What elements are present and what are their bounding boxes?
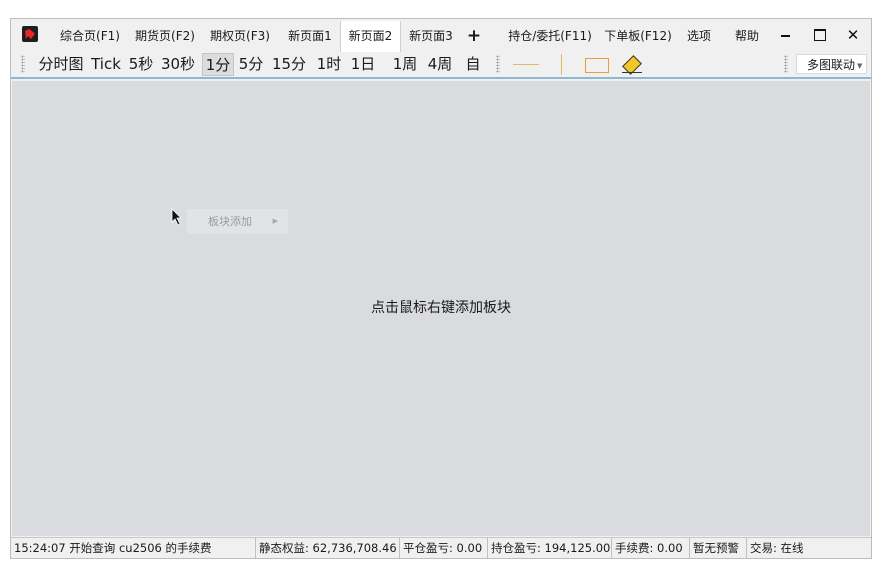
- status-bar: 15:24:07 开始查询 cu2506 的手续费 静态权益: 62,736,7…: [11, 537, 871, 558]
- tab-new-page-1[interactable]: 新页面1: [280, 21, 340, 52]
- period-15m-button[interactable]: 15分: [269, 53, 309, 76]
- close-icon: ✕: [846, 26, 860, 44]
- close-pnl: 平仓盈亏: 0.00: [399, 538, 487, 558]
- toolbar-grip-handle[interactable]: [784, 55, 788, 73]
- tab-new-page-3[interactable]: 新页面3: [402, 21, 460, 52]
- period-1w-button[interactable]: 1周: [390, 53, 420, 76]
- period-intraday-button[interactable]: 分时图: [35, 53, 87, 76]
- title-bar: 综合页(F1) 期货页(F2) 期权页(F3) 新页面1 新页面2 新页面3 +…: [11, 19, 871, 52]
- add-tab-button[interactable]: +: [463, 21, 485, 52]
- period-5m-button[interactable]: 5分: [235, 53, 267, 76]
- tab-new-page-2[interactable]: 新页面2: [340, 21, 401, 52]
- tab-overview[interactable]: 综合页(F1): [53, 21, 127, 52]
- tab-options[interactable]: 期权页(F3): [204, 21, 276, 52]
- tab-futures[interactable]: 期货页(F2): [129, 21, 201, 52]
- period-tick-button[interactable]: Tick: [89, 53, 123, 76]
- empty-workspace-hint: 点击鼠标右键添加板块: [371, 300, 511, 316]
- trade-connection-status: 交易: 在线: [746, 538, 816, 558]
- tab-order-panel[interactable]: 下单板(F12): [600, 21, 676, 52]
- line-tool-icon[interactable]: [513, 64, 539, 65]
- alert-status: 暂无预警: [689, 538, 746, 558]
- app-window: 综合页(F1) 期货页(F2) 期权页(F3) 新页面1 新页面2 新页面3 +…: [10, 18, 872, 559]
- period-1d-button[interactable]: 1日: [347, 53, 379, 76]
- period-toolbar: 分时图 Tick 5秒 30秒 1分 5分 15分 1时 1日 1周 4周 自 …: [11, 52, 871, 79]
- period-4w-button[interactable]: 4周: [421, 53, 459, 76]
- multi-chart-link-button[interactable]: 多图联动 ▼: [796, 54, 868, 74]
- app-logo-icon: [22, 26, 38, 42]
- fee-amount: 手续费: 0.00: [611, 538, 689, 558]
- static-equity: 静态权益: 62,736,708.46: [255, 538, 399, 558]
- maximize-button[interactable]: [805, 21, 835, 49]
- rectangle-tool-icon[interactable]: [585, 58, 609, 73]
- multi-chart-link-label: 多图联动: [807, 58, 856, 72]
- eraser-tool-icon[interactable]: [621, 55, 643, 75]
- mouse-cursor-icon: [171, 208, 182, 226]
- vertical-line-tool-icon[interactable]: [561, 54, 562, 75]
- minimize-button[interactable]: [771, 21, 801, 49]
- tab-positions-orders[interactable]: 持仓/委托(F11): [502, 21, 598, 52]
- close-button[interactable]: ✕: [838, 21, 868, 49]
- context-menu-item-label: 板块添加: [208, 215, 252, 228]
- period-30s-button[interactable]: 30秒: [158, 53, 198, 76]
- chevron-down-icon: ▼: [857, 61, 863, 70]
- menu-help[interactable]: 帮助: [729, 21, 765, 52]
- period-1h-button[interactable]: 1时: [314, 53, 344, 76]
- status-message: 15:24:07 开始查询 cu2506 的手续费: [14, 541, 212, 555]
- menu-options[interactable]: 选项: [681, 21, 717, 52]
- workspace-area[interactable]: 板块添加 ▶ 点击鼠标右键添加板块: [12, 81, 870, 536]
- period-custom-button[interactable]: 自: [462, 53, 484, 76]
- chevron-right-icon: ▶: [272, 217, 278, 225]
- position-pnl: 持仓盈亏: 194,125.00: [487, 538, 611, 558]
- toolbar-grip-handle[interactable]: [21, 55, 25, 73]
- period-1m-button[interactable]: 1分: [202, 53, 234, 76]
- toolbar-grip-handle[interactable]: [496, 55, 500, 73]
- period-5s-button[interactable]: 5秒: [125, 53, 157, 76]
- context-menu-add-block[interactable]: 板块添加 ▶: [187, 209, 288, 234]
